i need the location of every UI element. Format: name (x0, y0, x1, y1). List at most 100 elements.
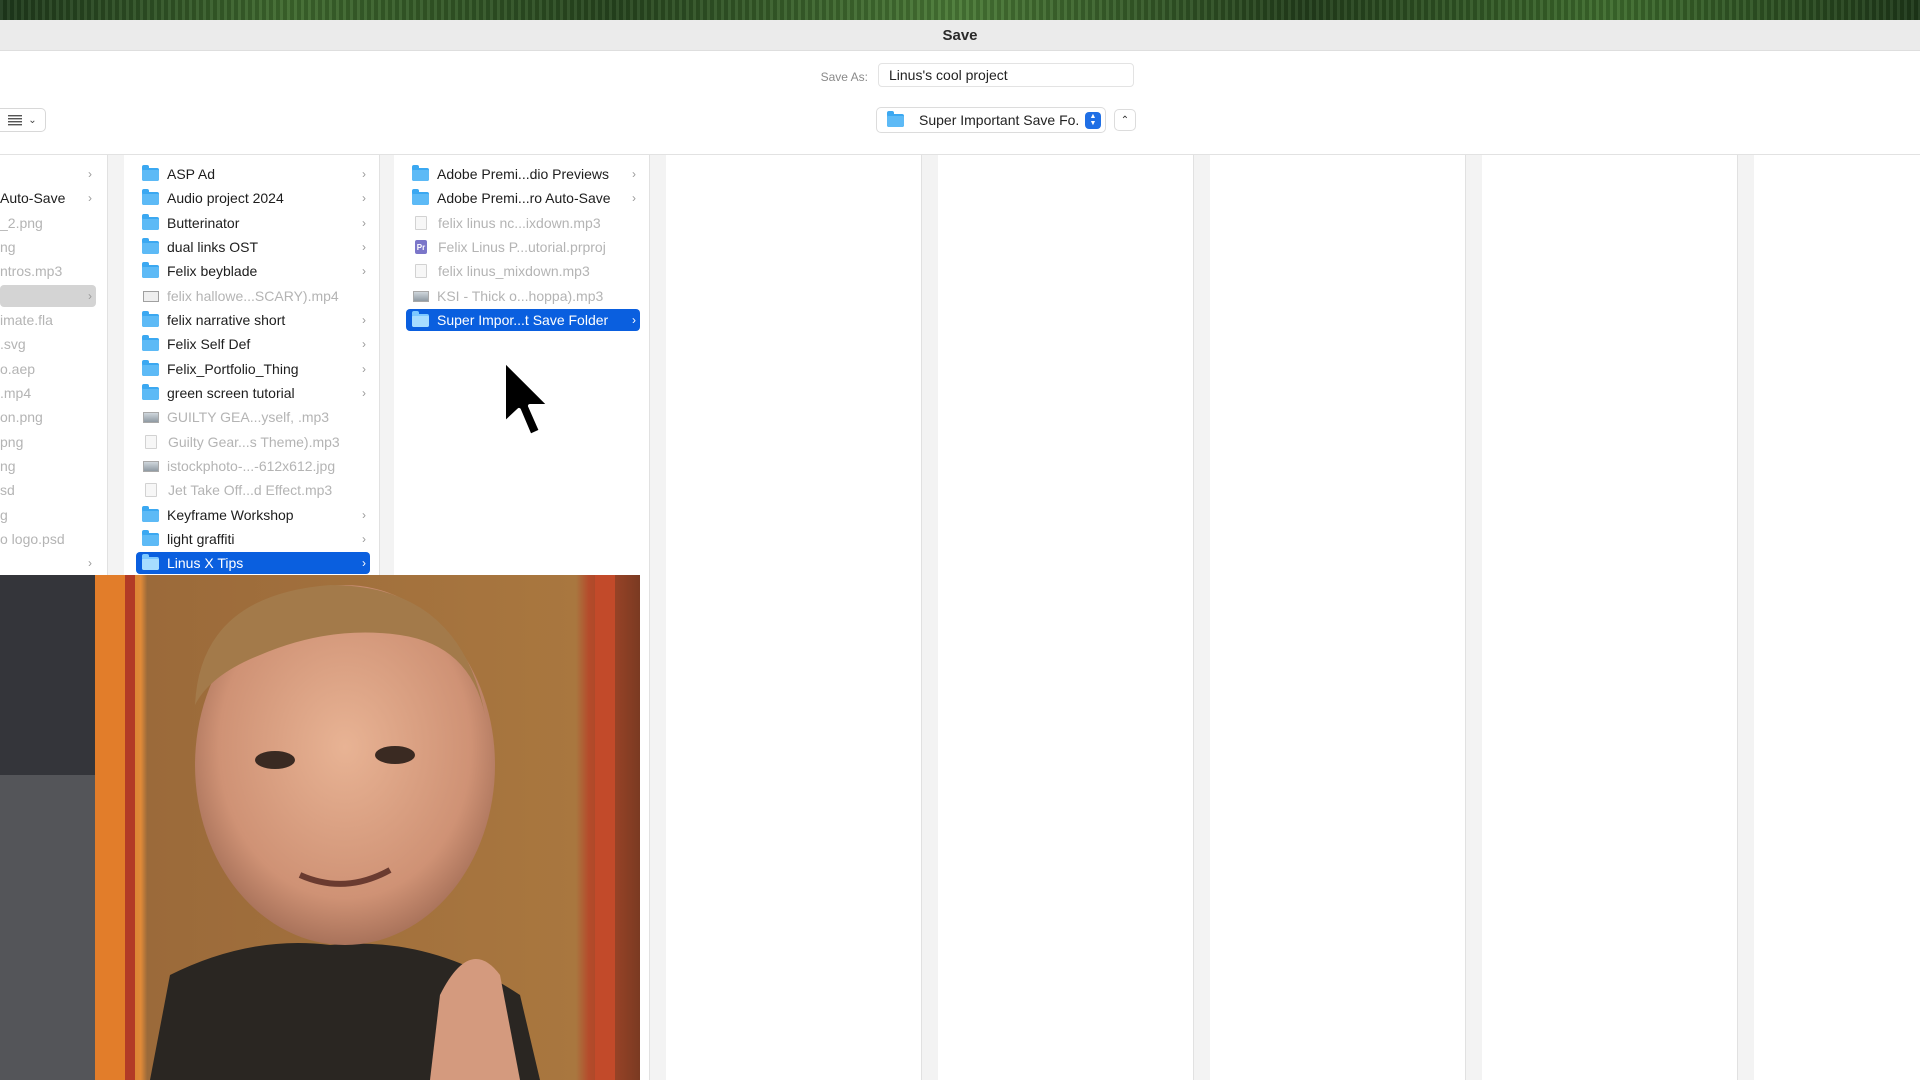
list-item[interactable]: png (0, 431, 96, 453)
browser-column-5 (938, 155, 1194, 1080)
list-item[interactable]: g (0, 504, 96, 526)
chevron-right-icon: › (88, 191, 92, 205)
dialog-title: Save (0, 20, 1920, 51)
chevron-right-icon: › (362, 337, 366, 351)
folder-icon (412, 310, 429, 327)
chevron-right-icon: › (362, 167, 366, 181)
folder-icon (142, 310, 159, 327)
chevron-right-icon: › (362, 508, 366, 522)
save-as-input[interactable] (878, 63, 1134, 87)
browser-column-7 (1482, 155, 1738, 1080)
list-item[interactable]: sd (0, 479, 96, 501)
chevron-right-icon: › (88, 556, 92, 570)
folder-icon (142, 213, 159, 230)
chevron-right-icon: › (632, 191, 636, 205)
premiere-project-icon: Pr (415, 240, 427, 254)
chevron-down-icon: ⌄ (28, 114, 37, 126)
list-item[interactable]: Pr Felix Linus P...utorial.prproj (406, 236, 640, 258)
webcam-presenter-image (0, 575, 640, 1080)
folder-icon (412, 164, 429, 181)
list-item-selected-parent[interactable]: › (0, 285, 96, 307)
chevron-right-icon: › (632, 313, 636, 327)
chevron-right-icon: › (362, 216, 366, 230)
list-item[interactable]: Adobe Premi...ro Auto-Save › (406, 187, 640, 209)
collapse-dialog-button[interactable]: ⌃ (1114, 109, 1136, 131)
folder-icon (412, 188, 429, 205)
browser-column-4 (666, 155, 922, 1080)
list-item[interactable]: light graffiti › (136, 528, 370, 550)
list-item[interactable]: Felix beyblade › (136, 260, 370, 282)
column-view-icon (8, 115, 23, 126)
list-item[interactable]: Felix_Portfolio_Thing › (136, 358, 370, 380)
list-item[interactable]: felix hallowe...SCARY).mp4 (136, 285, 370, 307)
list-item[interactable]: Audio project 2024 › (136, 187, 370, 209)
list-item[interactable]: Keyframe Workshop › (136, 504, 370, 526)
list-item[interactable]: o logo.psd (0, 528, 96, 550)
webcam-overlay (0, 575, 640, 1080)
folder-icon (142, 164, 159, 181)
list-item[interactable]: _2.png (0, 212, 96, 234)
audio-file-icon (415, 264, 427, 278)
chevron-up-icon: ⌃ (1120, 114, 1130, 126)
list-item-selected[interactable]: Super Impor...t Save Folder › (406, 309, 640, 331)
list-item[interactable]: felix linus_mixdown.mp3 (406, 260, 640, 282)
list-item[interactable]: ASP Ad › (136, 163, 370, 185)
dialog-toolbar: ⌄ Super Important Save Fo... ▲ ▼ ⌃ (0, 106, 1920, 136)
folder-icon (142, 334, 159, 351)
chevron-right-icon: › (88, 289, 92, 303)
location-popup-button[interactable]: Super Important Save Fo... ▲ ▼ (876, 107, 1106, 133)
list-item[interactable]: istockphoto-...-612x612.jpg (136, 455, 370, 477)
list-item[interactable]: on.png (0, 406, 96, 428)
list-item[interactable]: ntros.mp3 (0, 260, 96, 282)
view-mode-button[interactable]: ⌄ (0, 108, 46, 132)
save-as-label: Save As: (820, 70, 868, 84)
list-item[interactable]: ng (0, 455, 96, 477)
list-item[interactable]: Jet Take Off...d Effect.mp3 (136, 479, 370, 501)
list-item[interactable]: dual links OST › (136, 236, 370, 258)
list-item[interactable]: .mp4 (0, 382, 96, 404)
chevron-right-icon: › (88, 167, 92, 181)
folder-icon (142, 505, 159, 522)
folder-icon (142, 553, 159, 570)
column-gutter (650, 155, 666, 1080)
list-item[interactable]: GUILTY GEA...yself, .mp3 (136, 406, 370, 428)
folder-icon (142, 237, 159, 254)
chevron-right-icon: › (632, 167, 636, 181)
chevron-right-icon: › (362, 532, 366, 546)
folder-icon (887, 110, 904, 127)
list-item[interactable]: imate.fla (0, 309, 96, 331)
video-file-icon (143, 290, 159, 302)
list-item[interactable]: .svg (0, 333, 96, 355)
list-item[interactable]: KSI - Thick o...hoppa).mp3 (406, 285, 640, 307)
updown-chevrons-icon: ▲ ▼ (1085, 111, 1101, 129)
list-item[interactable]: felix narrative short › (136, 309, 370, 331)
list-item[interactable]: › (0, 163, 96, 185)
list-item[interactable]: green screen tutorial › (136, 382, 370, 404)
list-item[interactable]: Adobe Premi...dio Previews › (406, 163, 640, 185)
list-item[interactable]: Auto-Save › (0, 187, 96, 209)
list-item-selected[interactable]: Linus X Tips › (136, 552, 370, 574)
folder-icon (142, 529, 159, 546)
list-item[interactable]: Guilty Gear...s Theme).mp3 (136, 431, 370, 453)
chevron-right-icon: › (362, 313, 366, 327)
browser-column-6 (1210, 155, 1466, 1080)
column-gutter (1194, 155, 1210, 1080)
chevron-right-icon: › (362, 362, 366, 376)
audio-file-icon (145, 435, 157, 449)
folder-icon (142, 383, 159, 400)
list-item[interactable]: ng (0, 236, 96, 258)
list-item[interactable]: Felix Self Def › (136, 333, 370, 355)
browser-column-8 (1754, 155, 1920, 1080)
list-item[interactable]: o.aep (0, 358, 96, 380)
audio-artwork-icon (413, 290, 429, 302)
mouse-pointer-icon (502, 358, 552, 438)
folder-icon (142, 261, 159, 278)
audio-artwork-icon (143, 411, 159, 423)
list-item[interactable]: felix linus nc...ixdown.mp3 (406, 212, 640, 234)
folder-icon (142, 359, 159, 376)
chevron-right-icon: › (362, 240, 366, 254)
list-item[interactable]: Butterinator › (136, 212, 370, 234)
audio-file-icon (145, 483, 157, 497)
list-item[interactable]: › (0, 552, 96, 574)
save-as-row: Save As: (0, 62, 1920, 94)
